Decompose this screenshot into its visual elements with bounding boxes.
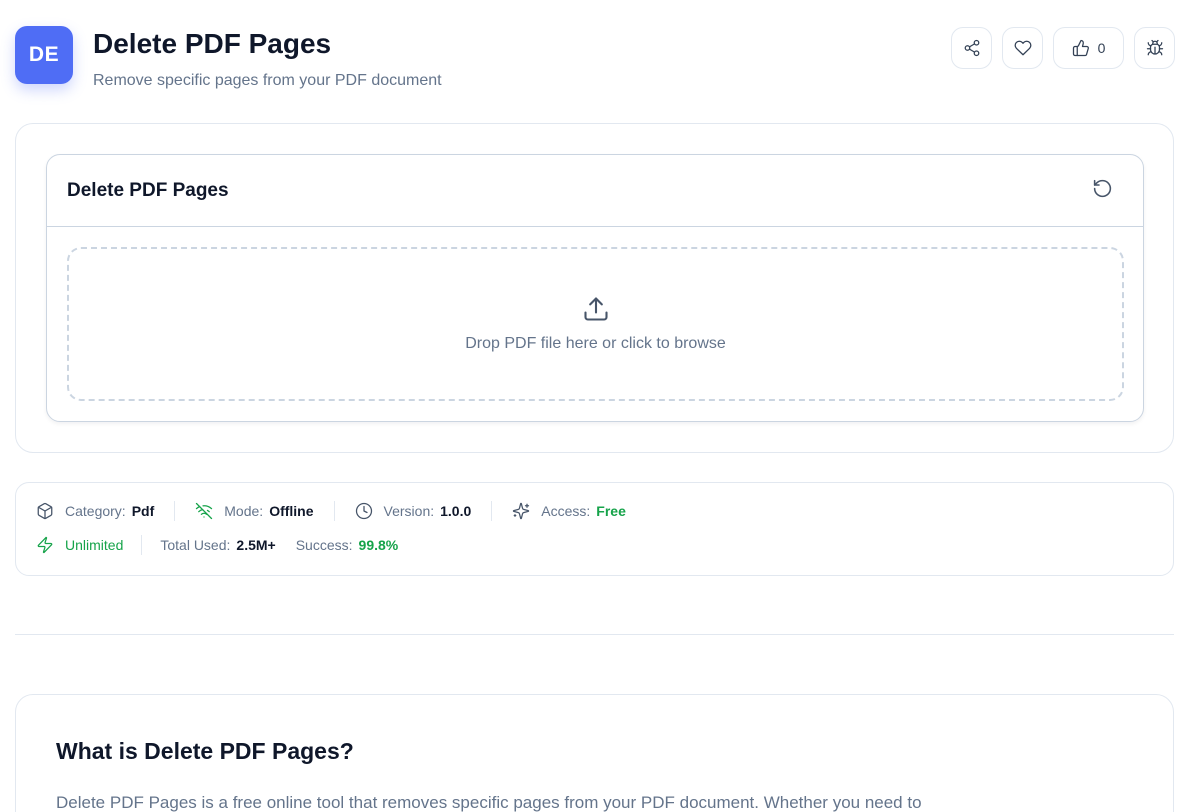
section-divider: [15, 634, 1174, 635]
zap-icon: [37, 536, 53, 554]
sparkles-icon: [513, 502, 530, 520]
version-value: 1.0.0: [440, 503, 472, 519]
share-button[interactable]: [951, 27, 992, 69]
meta-access: Access: Free: [512, 502, 626, 520]
thumbs-up-icon: [1072, 39, 1089, 57]
category-value: Pdf: [131, 503, 155, 519]
share-icon: [964, 39, 979, 57]
meta-version: Version: 1.0.0: [355, 502, 472, 520]
meta-separator: [333, 501, 335, 521]
total-used-value: 2.5M+: [236, 537, 276, 553]
total-used-label: Total Used:: [160, 537, 231, 553]
meta-row-1: Category: Pdf Mode: Offline Version: 1.0…: [36, 501, 626, 521]
heart-icon: [1014, 40, 1031, 56]
tool-logo: DE: [15, 26, 73, 84]
tool-container: Delete PDF Pages Drop PDF file here or c…: [15, 123, 1174, 453]
about-body: Delete PDF Pages is a free online tool t…: [56, 793, 922, 812]
tool-panel: Delete PDF Pages Drop PDF file here or c…: [46, 154, 1144, 422]
about-section: What is Delete PDF Pages? Delete PDF Pag…: [15, 694, 1174, 812]
category-label: Category:: [65, 503, 126, 519]
report-bug-button[interactable]: [1134, 27, 1175, 69]
meta-separator: [174, 501, 176, 521]
tool-page: DE Delete PDF Pages Remove specific page…: [0, 0, 1200, 812]
mode-label: Mode:: [224, 503, 264, 519]
file-dropzone[interactable]: Drop PDF file here or click to browse: [67, 247, 1124, 401]
reset-icon: [1093, 179, 1112, 197]
access-label: Access:: [541, 503, 591, 519]
bug-icon: [1146, 39, 1163, 56]
header-actions: 0: [951, 27, 1175, 69]
like-count: 0: [1097, 40, 1106, 56]
access-value: Free: [596, 503, 626, 519]
success-value: 99.8%: [358, 537, 399, 553]
meta-separator: [491, 501, 493, 521]
favorite-button[interactable]: [1002, 27, 1043, 69]
meta-success: Success: 99.8%: [296, 537, 399, 553]
meta-unlimited: Unlimited: [36, 536, 123, 554]
meta-total-used: Total Used: 2.5M+: [160, 537, 275, 553]
box-icon: [37, 502, 53, 520]
page-subtitle: Remove specific pages from your PDF docu…: [93, 72, 442, 89]
like-button[interactable]: 0: [1053, 27, 1124, 69]
meta-separator: [141, 535, 143, 555]
reset-button[interactable]: [1092, 178, 1113, 204]
about-title: What is Delete PDF Pages?: [56, 738, 354, 764]
meta-row-2: Unlimited Total Used: 2.5M+ Success: 99.…: [36, 535, 398, 555]
tool-panel-header: Delete PDF Pages: [47, 155, 1143, 227]
unlimited-label: Unlimited: [65, 537, 124, 553]
version-label: Version:: [383, 503, 435, 519]
tool-header: DE Delete PDF Pages Remove specific page…: [15, 26, 1175, 96]
dropzone-text: Drop PDF file here or click to browse: [465, 335, 726, 352]
clock-icon: [355, 502, 372, 520]
mode-value: Offline: [269, 503, 314, 519]
success-label: Success:: [295, 537, 353, 553]
upload-icon: [583, 297, 608, 321]
page-title: Delete PDF Pages: [93, 28, 332, 59]
tool-meta: Category: Pdf Mode: Offline Version: 1.0…: [15, 482, 1174, 576]
meta-category: Category: Pdf: [36, 502, 154, 520]
meta-mode: Mode: Offline: [195, 502, 314, 520]
tool-panel-title: Delete PDF Pages: [67, 179, 229, 201]
wifi-off-icon: [196, 502, 213, 520]
